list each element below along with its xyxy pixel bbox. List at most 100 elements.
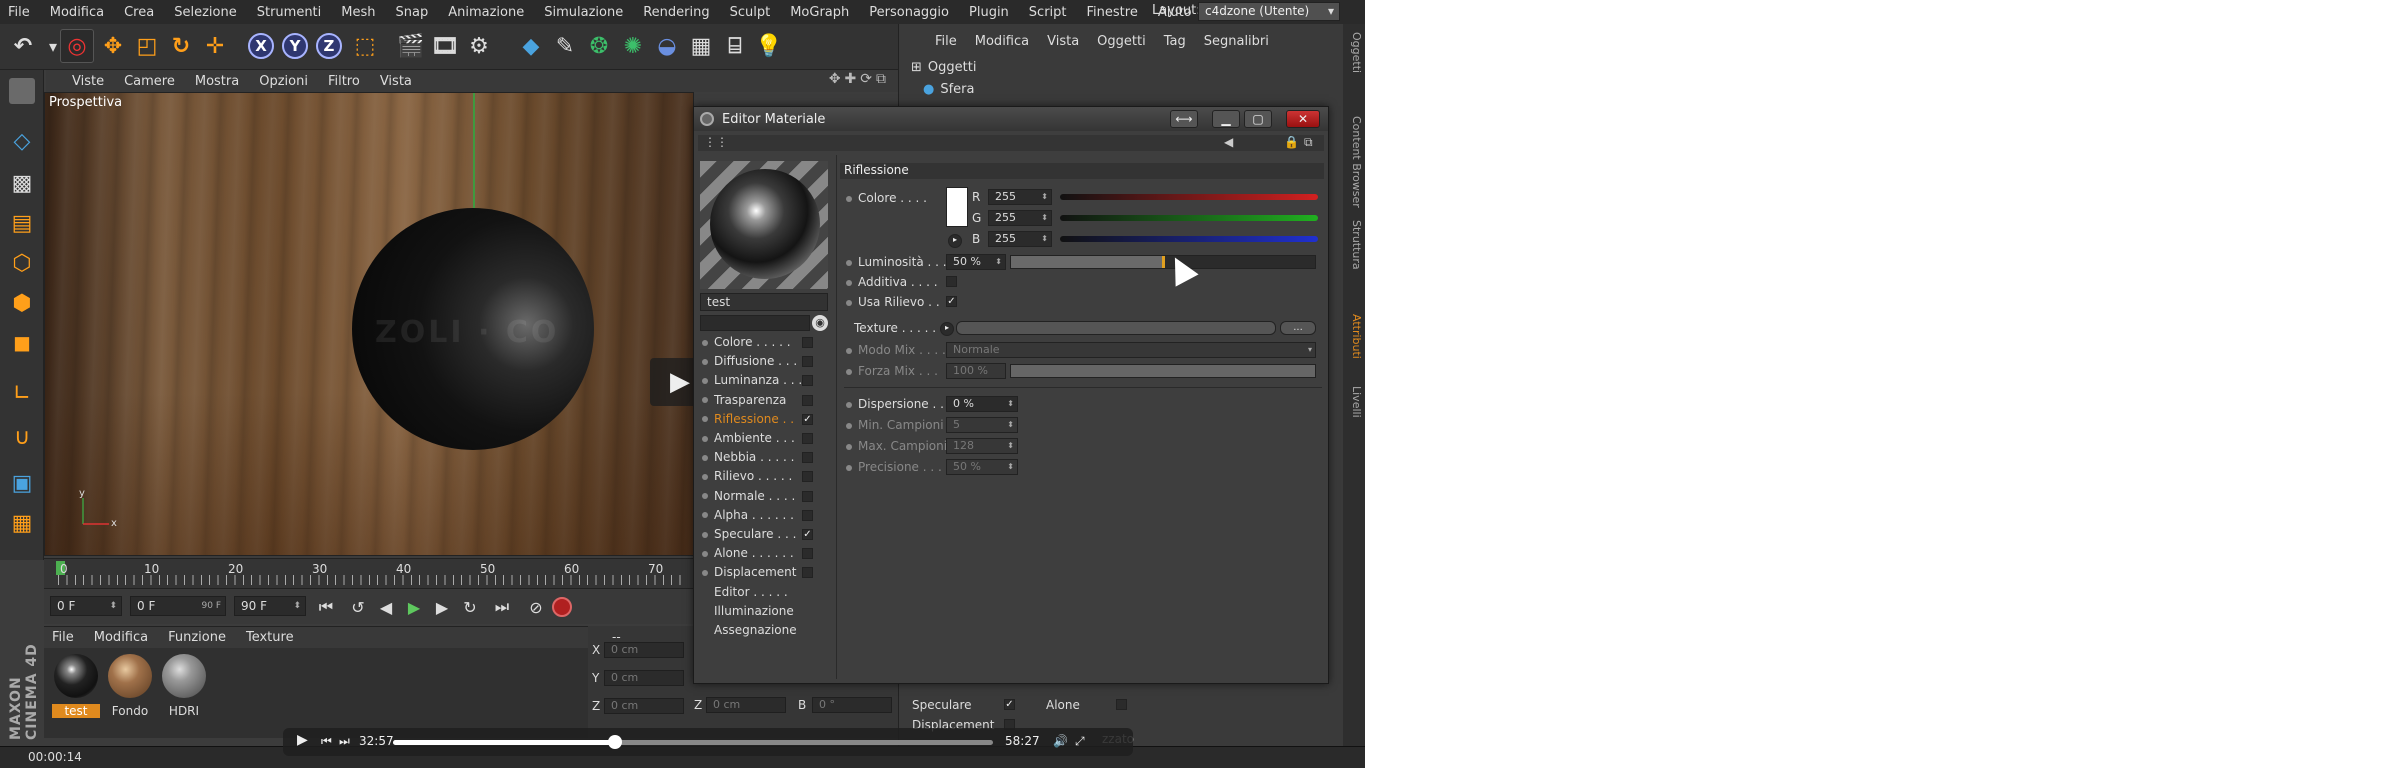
- object-menu-segnalibri[interactable]: Segnalibri: [1204, 34, 1269, 49]
- timeline[interactable]: 0 10 20 30 40 50 60 70: [44, 558, 694, 588]
- viewport-menu-opzioni[interactable]: Opzioni: [259, 74, 308, 89]
- edges-mode-icon[interactable]: ⬢: [4, 286, 40, 320]
- lock-icon[interactable]: 🔒: [1284, 135, 1299, 149]
- max-campioni-field[interactable]: 128 ⬍: [946, 438, 1018, 454]
- menu-item-file[interactable]: File: [8, 5, 30, 20]
- move-icon[interactable]: ✥: [96, 29, 130, 63]
- next-frame-icon[interactable]: ▶: [430, 595, 454, 619]
- light-icon[interactable]: 💡: [752, 29, 786, 63]
- add-icon[interactable]: ✛: [198, 29, 232, 63]
- channel-search-field[interactable]: [700, 315, 810, 331]
- channel-checkbox[interactable]: [802, 337, 813, 348]
- g-slider[interactable]: [1060, 215, 1318, 221]
- channel-12[interactable]: Displacement: [702, 565, 827, 583]
- points-mode-icon[interactable]: ⬡: [4, 246, 40, 280]
- material-menu-modifica[interactable]: Modifica: [94, 630, 148, 645]
- video-next-icon[interactable]: ⏭: [339, 734, 350, 749]
- channel-checkbox[interactable]: ✓: [802, 413, 813, 425]
- channel-checkbox[interactable]: [802, 490, 813, 502]
- b-slider[interactable]: [1060, 236, 1318, 242]
- channel-search-icon[interactable]: ◉: [812, 315, 828, 331]
- video-play-icon[interactable]: ▶: [297, 732, 308, 748]
- channel-5[interactable]: Ambiente . . .: [702, 431, 827, 449]
- channel-checkbox[interactable]: [802, 394, 813, 406]
- menu-item-plugin[interactable]: Plugin: [969, 5, 1009, 20]
- channel-checkbox[interactable]: [802, 433, 813, 444]
- fullscreen-icon[interactable]: ⤢: [1075, 734, 1085, 749]
- channel-checkbox[interactable]: [802, 471, 813, 483]
- channel-checkbox[interactable]: [802, 509, 813, 521]
- snap-icon[interactable]: ▣: [4, 466, 40, 500]
- channel-plain-1[interactable]: Illuminazione: [702, 604, 827, 622]
- luminosita-field[interactable]: 50 % ⬍: [946, 254, 1006, 270]
- min-campioni-field[interactable]: 5 ⬍: [946, 417, 1018, 433]
- material-menu-funzione[interactable]: Funzione: [168, 630, 226, 645]
- channel-checkbox[interactable]: [802, 356, 813, 368]
- viewport-menu-filtro[interactable]: Filtro: [328, 74, 360, 89]
- menu-item-strumenti[interactable]: Strumenti: [257, 5, 322, 20]
- menu-item-finestre[interactable]: Finestre: [1087, 5, 1138, 20]
- deformer-icon[interactable]: ◒: [650, 29, 684, 63]
- start-frame-field[interactable]: 0 F ⬍: [50, 596, 122, 616]
- forza-mix-slider[interactable]: [1010, 364, 1316, 378]
- channel-11[interactable]: Alone . . . . . .: [702, 546, 827, 564]
- live-selection-icon[interactable]: ◎: [60, 29, 94, 63]
- texture-field[interactable]: [956, 321, 1276, 335]
- channel-2[interactable]: Luminanza . . .: [702, 373, 827, 391]
- reflection-color-swatch[interactable]: [946, 187, 968, 227]
- axis-mode-icon[interactable]: ∟: [4, 376, 40, 410]
- coord-x-field[interactable]: 0 cm: [604, 642, 684, 658]
- end-frame-field[interactable]: 90 F ⬍: [234, 596, 306, 616]
- cube-icon[interactable]: ◆: [514, 29, 548, 63]
- workplane-mode-icon[interactable]: ▤: [4, 206, 40, 240]
- video-prev-icon[interactable]: ⏮: [321, 734, 332, 749]
- go-to-start-icon[interactable]: ⏮: [314, 595, 338, 619]
- side-tab-livelli[interactable]: Livelli: [1345, 386, 1363, 418]
- channel-1[interactable]: Diffusione . . .: [702, 354, 827, 372]
- menu-item-simulazione[interactable]: Simulazione: [544, 5, 623, 20]
- spline-pen-icon[interactable]: ✎: [548, 29, 582, 63]
- viewport-menu-vista[interactable]: Vista: [380, 74, 412, 89]
- menu-item-rendering[interactable]: Rendering: [643, 5, 709, 20]
- forza-mix-field[interactable]: 100 %: [946, 363, 1006, 379]
- menu-item-modifica[interactable]: Modifica: [50, 5, 104, 20]
- x-axis-lock-button[interactable]: X: [244, 29, 278, 63]
- r-slider[interactable]: [1060, 194, 1318, 200]
- viewport-perspective[interactable]: Prospettiva ZOLI · CO y x: [44, 92, 694, 556]
- model-mode-icon[interactable]: ◇: [4, 124, 40, 158]
- material-menu-texture[interactable]: Texture: [246, 630, 294, 645]
- nurbs-icon[interactable]: ❂: [582, 29, 616, 63]
- object-menu-tag[interactable]: Tag: [1164, 34, 1186, 49]
- dialog-close-icon[interactable]: ✕: [1286, 110, 1320, 128]
- dialog-resize-icon[interactable]: ⟷: [1170, 110, 1198, 128]
- object-menu-vista[interactable]: Vista: [1047, 34, 1079, 49]
- coord-z-field[interactable]: 0 cm: [604, 698, 684, 714]
- object-menu-file[interactable]: File: [935, 34, 957, 49]
- r-field[interactable]: 255 ⬍: [988, 189, 1052, 205]
- additiva-checkbox[interactable]: [946, 276, 957, 287]
- y-axis-lock-button[interactable]: Y: [278, 29, 312, 63]
- object-row-oggetti[interactable]: ⊞ Oggetti: [911, 60, 976, 75]
- camera-icon[interactable]: ⌸: [718, 29, 752, 63]
- object-row-sfera[interactable]: ● Sfera: [923, 82, 974, 97]
- material-name-field[interactable]: test: [700, 293, 828, 311]
- dialog-titlebar[interactable]: Editor Materiale ⟷ ▁ ▢ ✕: [694, 107, 1328, 131]
- channel-10[interactable]: Speculare . . . ✓: [702, 527, 827, 545]
- channel-checkbox[interactable]: [802, 375, 813, 387]
- object-menu-oggetti[interactable]: Oggetti: [1097, 34, 1146, 49]
- next-key-icon[interactable]: ↻: [458, 595, 482, 619]
- channel-7[interactable]: Rilievo . . . . .: [702, 469, 827, 487]
- polygons-mode-icon[interactable]: ◼: [4, 326, 40, 360]
- channel-checkbox[interactable]: ✓: [802, 529, 813, 540]
- color-mode-icon[interactable]: ▸: [948, 234, 962, 248]
- menu-item-snap[interactable]: Snap: [396, 5, 429, 20]
- b-field[interactable]: 255 ⬍: [988, 231, 1052, 247]
- back-arrow-icon[interactable]: ◀: [1224, 135, 1233, 149]
- material-thumb-hdri[interactable]: HDRI: [160, 654, 208, 724]
- menu-item-crea[interactable]: Crea: [124, 5, 154, 20]
- play-forward-icon[interactable]: ▶: [402, 595, 426, 619]
- go-to-end-icon[interactable]: ⏭: [490, 595, 514, 619]
- channel-checkbox[interactable]: [802, 548, 813, 560]
- menu-item-mograph[interactable]: MoGraph: [790, 5, 849, 20]
- menu-item-selezione[interactable]: Selezione: [174, 5, 237, 20]
